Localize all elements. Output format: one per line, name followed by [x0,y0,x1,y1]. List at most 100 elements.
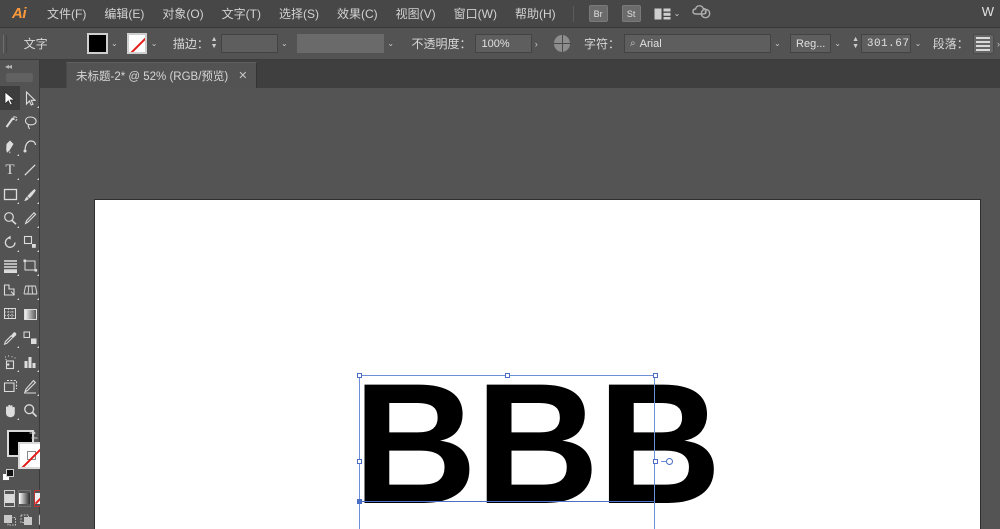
tool-flyout-indicator [36,370,39,372]
color-mode-button[interactable] [4,490,15,507]
swap-fill-stroke-icon[interactable] [28,428,39,441]
gradient-mode-button[interactable] [18,490,31,507]
type-tool[interactable]: T [0,158,20,182]
tool-flyout-indicator [16,274,19,276]
draw-behind-button[interactable] [20,512,34,527]
rotation-handle[interactable] [666,457,673,465]
stroke-weight-dropdown-icon[interactable]: ⌄ [278,34,291,54]
mesh-tool[interactable] [0,302,20,326]
stroke-weight-stepper[interactable]: ▲ ▼ [209,34,220,54]
tool-flyout-indicator [16,250,19,252]
magic-wand-tool[interactable] [0,110,20,134]
cloud-sync-icon[interactable] [692,4,711,24]
stroke-profile-dropdown-icon[interactable]: ⌄ [384,34,397,54]
stroke-profile-input[interactable] [297,34,385,53]
stroke-weight-input[interactable] [221,34,278,53]
slice-tool[interactable] [20,374,40,398]
font-family-dropdown-icon[interactable]: ⌄ [771,34,784,54]
stock-button[interactable]: St [621,5,641,22]
fill-dropdown-icon[interactable]: ⌄ [108,34,121,54]
zoom-tool[interactable] [20,398,40,422]
control-bar-grip[interactable] [0,28,10,60]
selection-handle-top-center[interactable] [504,372,510,378]
font-size-input[interactable]: 301.67 [860,34,912,53]
tool-flyout-indicator [16,370,19,372]
close-icon[interactable]: ✕ [238,69,247,82]
lasso-tool[interactable] [20,110,40,134]
artboard[interactable]: BBB [95,200,980,529]
gradient-tool[interactable] [20,302,40,326]
tools-panel-collapse[interactable]: ◂◂ [0,60,39,73]
font-size-dropdown-icon[interactable]: ⌄ [911,34,924,54]
pencil-tool[interactable] [20,206,40,230]
eyedropper-tool[interactable] [0,326,20,350]
symbol-sprayer-tool[interactable] [0,350,20,374]
blend-tool[interactable] [20,326,40,350]
column-graph-tool[interactable] [20,350,40,374]
font-style-dropdown-icon[interactable]: ⌄ [831,34,844,54]
perspective-grid-tool[interactable] [20,278,40,302]
line-segment-tool[interactable] [20,158,40,182]
document-tab[interactable]: 未标题-2* @ 52% (RGB/预览) ✕ [66,62,258,88]
curvature-tool[interactable] [20,134,40,158]
pen-tool[interactable] [0,134,20,158]
paintbrush-tool[interactable] [20,182,40,206]
scale-tool[interactable] [20,230,40,254]
align-left-icon[interactable] [972,33,994,54]
menu-file[interactable]: 文件(F) [38,0,95,28]
menu-effect[interactable]: 效果(C) [328,0,387,28]
direct-selection-tool[interactable] [20,86,40,110]
stroke-color-swatch[interactable] [127,33,148,54]
selection-bounding-box [359,375,655,529]
text-anchor-point[interactable] [356,498,362,504]
paragraph-label: 段落： [932,37,969,51]
menu-window[interactable]: 窗口(W) [445,0,506,28]
artboard-tool[interactable] [0,374,20,398]
draw-normal-button[interactable] [3,512,17,527]
recolor-artwork-icon[interactable] [553,35,572,52]
font-family-input[interactable]: ⌕ Arial [624,34,771,53]
rectangle-tool[interactable] [0,182,20,206]
arrange-documents-icon[interactable]: ⌄ [654,8,681,20]
font-size-stepper[interactable]: ▲ ▼ [850,34,861,54]
selection-tool[interactable] [0,86,20,110]
free-transform-tool[interactable] [20,254,40,278]
menu-view[interactable]: 视图(V) [387,0,445,28]
rotate-tool[interactable] [0,230,20,254]
tool-flyout-indicator [36,298,39,300]
selection-handle-top-left[interactable] [356,372,362,378]
tool-flyout-indicator [16,154,19,156]
selection-handle-top-right[interactable] [652,372,658,378]
tool-flyout-indicator [36,202,39,204]
tool-flyout-indicator [36,178,39,180]
bridge-button[interactable]: Br [588,5,608,22]
stroke-dropdown-icon[interactable]: ⌄ [147,34,160,54]
selection-handle-middle-right[interactable] [652,458,658,464]
menu-object[interactable]: 对象(O) [153,0,212,28]
menu-help[interactable]: 帮助(H) [506,0,565,28]
chevron-down-icon: ⌄ [673,9,681,18]
tool-flyout-indicator [16,178,19,180]
opacity-options-arrow[interactable]: › [535,39,538,49]
hand-tool[interactable] [0,398,20,422]
tools-panel-tab[interactable] [6,73,33,82]
width-tool[interactable] [0,254,20,278]
canvas-area[interactable]: BBB [40,88,1000,529]
shaper-tool[interactable] [0,206,20,230]
font-family-value: Arial [639,37,662,50]
tool-flyout-indicator [36,106,39,108]
fill-stroke-swatches [0,428,45,486]
menubar-divider [572,5,574,22]
opacity-input[interactable]: 100% [475,34,532,53]
menu-select[interactable]: 选择(S) [270,0,328,28]
search-icon: ⌕ [630,38,636,49]
default-fill-stroke-icon[interactable] [2,469,15,482]
font-style-input[interactable]: Reg... [790,34,831,53]
menu-type[interactable]: 文字(T) [213,0,270,28]
selection-handle-middle-left[interactable] [356,458,362,464]
app-logo-icon: Ai [12,5,27,22]
document-tab-bar: 未标题-2* @ 52% (RGB/预览) ✕ [0,60,1000,88]
menu-edit[interactable]: 编辑(E) [95,0,153,28]
shape-builder-tool[interactable] [0,278,20,302]
fill-color-swatch[interactable] [87,33,108,54]
